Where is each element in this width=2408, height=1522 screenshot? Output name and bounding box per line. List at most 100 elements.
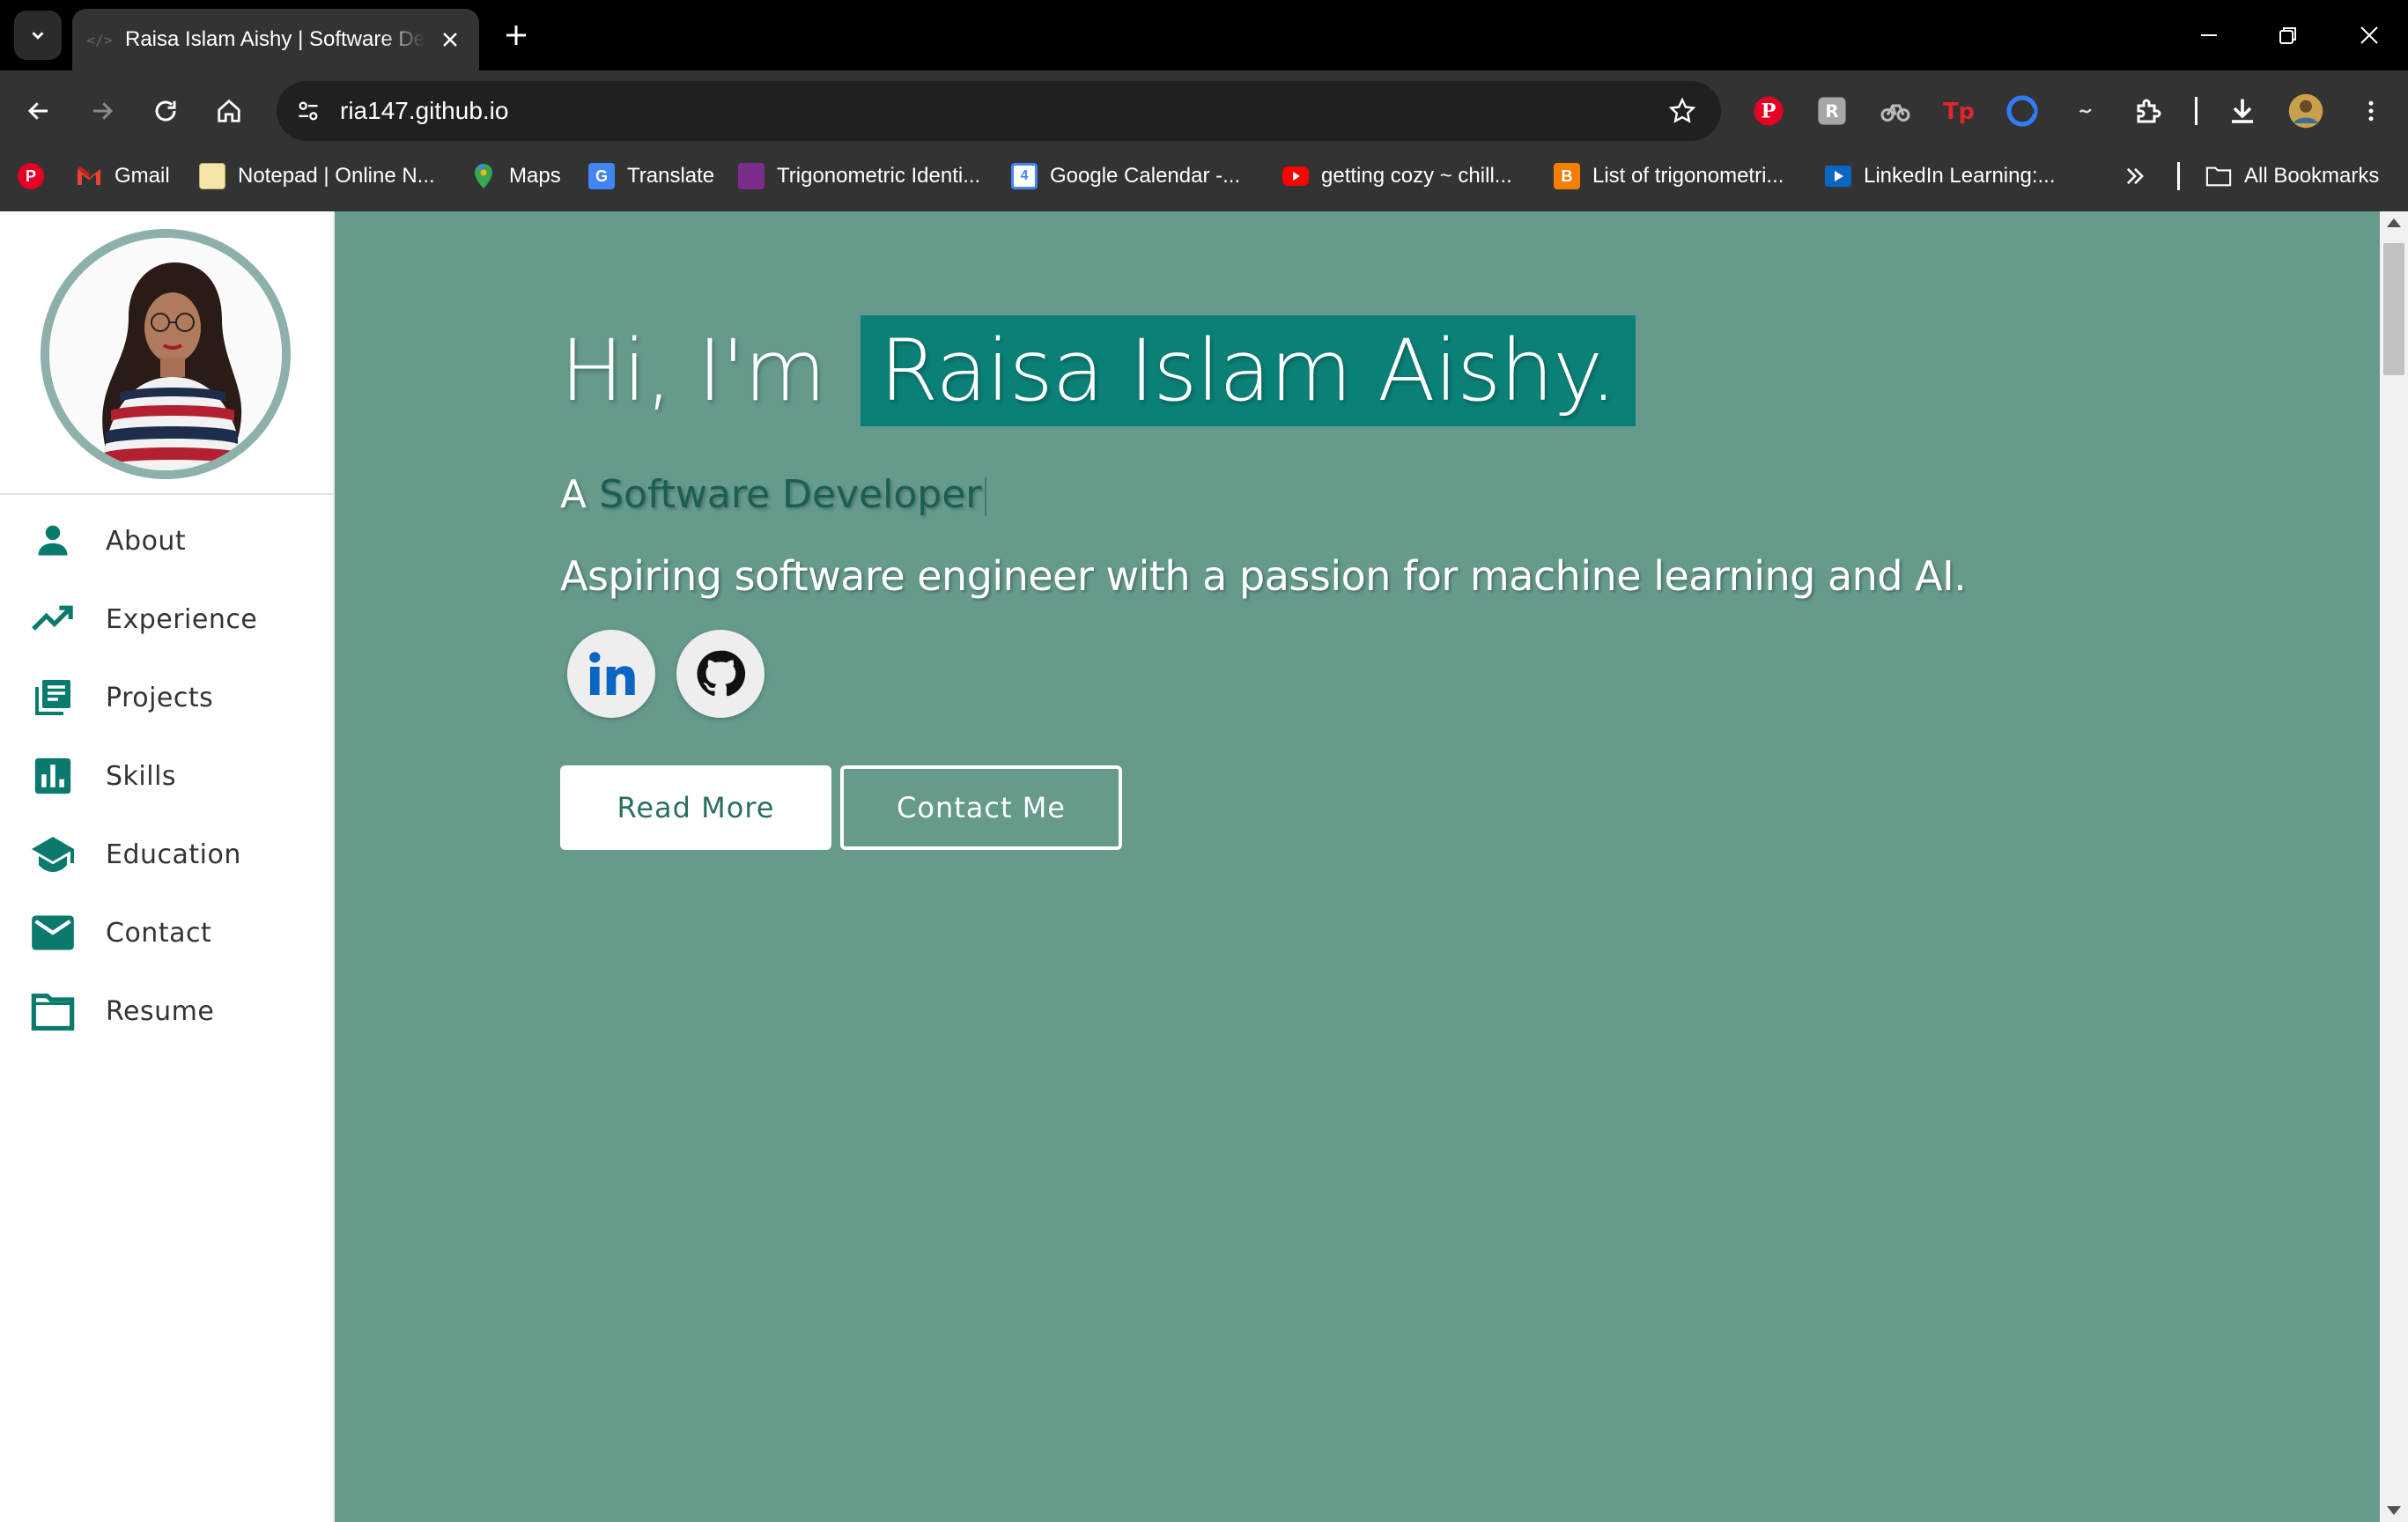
- page-scrollbar[interactable]: [2380, 211, 2408, 1522]
- bookmark-label: LinkedIn Learning:...: [1864, 164, 2056, 188]
- active-tab[interactable]: </> Raisa Islam Aishy | Software Develop…: [72, 9, 479, 70]
- sidebar-item-contact[interactable]: Contact: [0, 894, 333, 972]
- reload-icon[interactable]: [144, 90, 187, 132]
- more-bookmarks-chevron-icon[interactable]: [2123, 151, 2147, 201]
- nav-label: Resume: [106, 996, 215, 1027]
- read-more-button[interactable]: Read More: [560, 765, 831, 850]
- close-window-icon[interactable]: [2352, 18, 2387, 53]
- tab-search-button[interactable]: [14, 11, 62, 60]
- trending-up-icon: [26, 598, 79, 640]
- sidebar-item-experience[interactable]: Experience: [0, 580, 333, 659]
- sidebar: About Experience Projects Skills Educati…: [0, 211, 335, 1522]
- bookmark-notepad[interactable]: Notepad | Online N...: [199, 151, 435, 201]
- bookmark-star-icon[interactable]: [1665, 93, 1700, 129]
- extension-r-icon[interactable]: R: [1813, 92, 1851, 130]
- restore-icon[interactable]: [2271, 18, 2306, 53]
- chrome-menu-icon[interactable]: [2352, 92, 2390, 130]
- translate-icon: G: [588, 163, 615, 189]
- bike-extension-icon[interactable]: [1876, 92, 1915, 130]
- linkedin-learning-icon: [1825, 163, 1851, 189]
- back-icon[interactable]: [18, 90, 60, 132]
- calendar-icon: 4: [1011, 163, 1038, 189]
- github-link[interactable]: [676, 630, 765, 718]
- nav-label: Experience: [106, 604, 258, 635]
- minimize-icon[interactable]: [2191, 18, 2227, 53]
- tp-extension-icon[interactable]: Tp: [1939, 92, 1978, 130]
- sidebar-item-projects[interactable]: Projects: [0, 659, 333, 737]
- url-text[interactable]: ria147.github.io: [340, 81, 508, 141]
- bookmark-label: Maps: [509, 164, 561, 188]
- typed-role: Software Developer: [599, 472, 982, 517]
- nav-label: Projects: [106, 683, 214, 713]
- github-icon: [697, 650, 746, 697]
- bookmark-google-calendar[interactable]: 4 Google Calendar -...: [1011, 151, 1240, 201]
- toolbar-divider: [2195, 97, 2197, 125]
- pinterest-icon: P: [18, 163, 44, 189]
- scrollbar-thumb[interactable]: [2383, 243, 2404, 375]
- new-tab-icon[interactable]: [499, 18, 534, 53]
- tilde-extension-icon[interactable]: [2066, 92, 2105, 130]
- scroll-up-arrow-icon[interactable]: [2387, 218, 2401, 227]
- bar-chart-icon: [26, 755, 79, 797]
- bookmark-gmail[interactable]: Gmail: [76, 151, 170, 201]
- notepad-icon: [199, 163, 225, 189]
- home-icon[interactable]: [208, 90, 250, 132]
- extensions-puzzle-icon[interactable]: [2130, 92, 2168, 130]
- gmail-icon: [76, 163, 102, 189]
- tab-strip: </> Raisa Islam Aishy | Software Develop…: [0, 0, 2408, 70]
- blogger-icon: B: [1554, 163, 1580, 189]
- bookmark-label: List of trigonometri...: [1592, 164, 1784, 188]
- bookmark-maps[interactable]: Maps: [470, 151, 561, 201]
- sidebar-item-skills[interactable]: Skills: [0, 737, 333, 816]
- person-icon: [26, 520, 79, 562]
- grammarly-extension-icon[interactable]: [2003, 92, 2042, 130]
- svg-text:P: P: [1762, 100, 1776, 123]
- forward-icon[interactable]: [81, 90, 123, 132]
- profile-avatar-icon[interactable]: [2286, 92, 2325, 130]
- hero-heading: Hi, I'm Raisa Islam Aishy.: [560, 315, 1966, 426]
- hero-tagline: Aspiring software engineer with a passio…: [560, 552, 1967, 600]
- downloads-icon[interactable]: [2223, 92, 2262, 130]
- code-favicon-icon: </>: [86, 31, 113, 48]
- school-icon: [26, 833, 79, 876]
- hero-buttons: Read More Contact Me: [560, 765, 1966, 850]
- svg-text:Tp: Tp: [1943, 99, 1975, 125]
- trig-icon: [738, 163, 765, 189]
- linkedin-link[interactable]: [567, 630, 655, 718]
- scroll-down-arrow-icon[interactable]: [2387, 1506, 2401, 1515]
- nav-label: About: [106, 526, 187, 557]
- bookmarks-divider: [2177, 162, 2180, 190]
- all-bookmarks-button[interactable]: All Bookmarks: [2205, 151, 2379, 201]
- browser-toolbar: ria147.github.io P R Tp: [0, 70, 2408, 151]
- hero-content: Hi, I'm Raisa Islam Aishy. A Software De…: [560, 315, 1967, 850]
- bookmark-label: Trigonometric Identi...: [777, 164, 981, 188]
- mail-icon: [26, 912, 79, 954]
- bookmark-linkedin-learning[interactable]: LinkedIn Learning:...: [1825, 151, 2056, 201]
- bookmark-youtube[interactable]: getting cozy ~ chill...: [1282, 151, 1512, 201]
- hero-section: Hi, I'm Raisa Islam Aishy. A Software De…: [335, 211, 2380, 1522]
- bookmarks-bar: P Gmail Notepad | Online N... Maps G Tra…: [0, 151, 2408, 211]
- pinterest-extension-icon[interactable]: P: [1749, 92, 1788, 130]
- bookmark-pinterest[interactable]: P: [18, 151, 56, 201]
- bookmark-translate[interactable]: G Translate: [588, 151, 714, 201]
- close-tab-icon[interactable]: [437, 26, 463, 53]
- youtube-icon: [1282, 163, 1309, 189]
- profile-photo-avatar: [41, 229, 291, 479]
- bookmark-label: getting cozy ~ chill...: [1321, 164, 1512, 188]
- site-info-icon[interactable]: [287, 90, 329, 132]
- all-bookmarks-label: All Bookmarks: [2244, 164, 2380, 188]
- sidebar-item-education[interactable]: Education: [0, 816, 333, 894]
- bookmark-blogger[interactable]: B List of trigonometri...: [1554, 151, 1784, 201]
- sidebar-item-about[interactable]: About: [0, 502, 333, 580]
- nav-label: Contact: [106, 918, 212, 949]
- sidebar-nav: About Experience Projects Skills Educati…: [0, 502, 333, 1051]
- linkedin-icon: [589, 652, 635, 695]
- contact-me-button[interactable]: Contact Me: [840, 765, 1122, 850]
- maps-icon: [470, 163, 497, 189]
- bookmark-label: Gmail: [114, 164, 170, 188]
- tab-title: Raisa Islam Aishy | Software Developer: [125, 27, 425, 51]
- bookmark-trig-identities[interactable]: Trigonometric Identi...: [738, 151, 980, 201]
- sidebar-item-resume[interactable]: Resume: [0, 972, 333, 1051]
- svg-text:R: R: [1825, 101, 1838, 122]
- address-bar[interactable]: ria147.github.io: [277, 81, 1721, 141]
